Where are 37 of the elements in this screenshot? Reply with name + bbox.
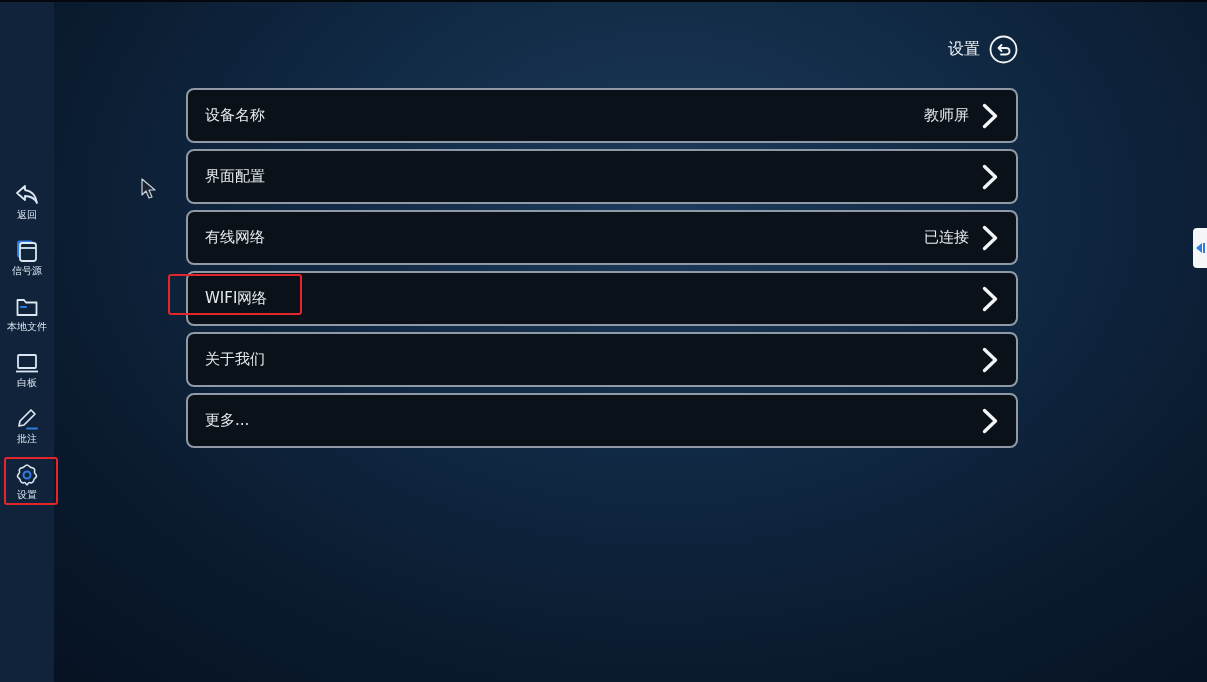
row-value: 教师屏 [924, 105, 969, 127]
settings-row[interactable]: 设备名称 教师屏 [186, 88, 1018, 143]
back-button[interactable] [989, 34, 1018, 64]
settings-row[interactable]: 关于我们 [186, 332, 1018, 387]
page-title: 设置 [948, 38, 980, 60]
settings-row[interactable]: WIFI网络 [186, 271, 1018, 326]
row-label: 设备名称 [205, 105, 265, 127]
row-label: WIFI网络 [205, 288, 268, 310]
row-label: 关于我们 [205, 349, 265, 371]
row-value: 已连接 [924, 227, 969, 249]
settings-row[interactable]: 有线网络 已连接 [186, 210, 1018, 265]
mouse-cursor-icon [141, 178, 156, 199]
sidebar-item[interactable]: 信号源 [0, 230, 54, 286]
side-panel-tab[interactable] [1193, 228, 1207, 268]
chevron-right-icon [982, 224, 998, 251]
pencil-icon [15, 407, 39, 431]
sidebar-item[interactable]: 本地文件 [0, 286, 54, 342]
sidebar-item[interactable]: 设置 [0, 454, 54, 510]
row-label: 界面配置 [205, 166, 265, 188]
row-label: 更多... [205, 410, 250, 432]
settings-icon [15, 463, 39, 487]
collapse-arrow-icon [1195, 242, 1205, 254]
chevron-right-icon [982, 285, 998, 312]
settings-row[interactable]: 更多... [186, 393, 1018, 448]
reply-arrow-icon [15, 183, 39, 207]
chevron-right-icon [982, 102, 998, 129]
settings-row[interactable]: 界面配置 [186, 149, 1018, 204]
undo-circle-icon [989, 34, 1018, 64]
chevron-right-icon [982, 407, 998, 434]
chevron-right-icon [982, 163, 998, 190]
window-icon [15, 239, 39, 263]
laptop-icon [15, 351, 39, 375]
sidebar-item[interactable]: 批注 [0, 398, 54, 454]
row-label: 有线网络 [205, 227, 265, 249]
sidebar-item[interactable]: 白板 [0, 342, 54, 398]
chevron-right-icon [982, 346, 998, 373]
sidebar-item[interactable]: 返回 [0, 174, 54, 230]
